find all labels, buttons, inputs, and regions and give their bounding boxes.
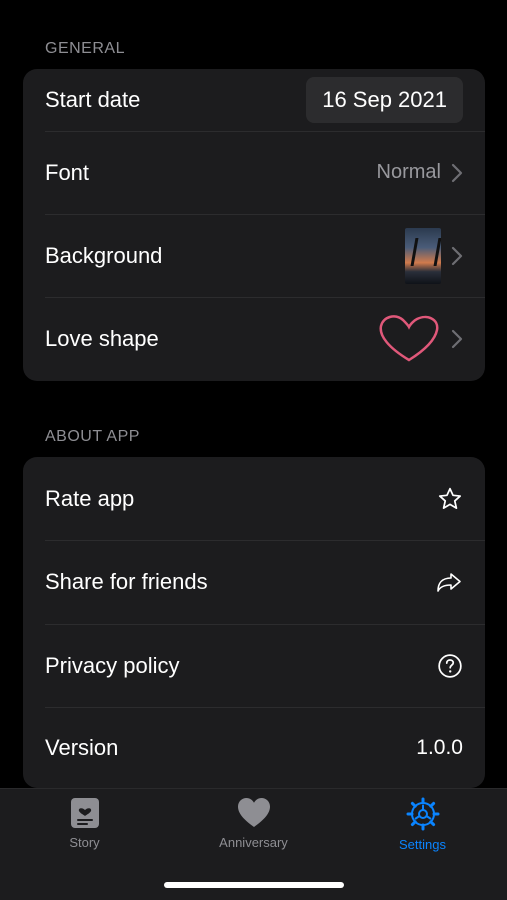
tab-settings-label: Settings [399,837,446,852]
privacy-policy-row[interactable]: Privacy policy [23,624,485,707]
chevron-right-icon [451,329,463,349]
love-shape-row[interactable]: Love shape [23,297,485,381]
story-card-icon [70,798,99,828]
heart-outline-icon [379,315,439,362]
about-app-card: Rate app Share for friends Privacy polic… [23,457,485,788]
font-row[interactable]: Font Normal [23,131,485,214]
section-header-about: ABOUT APP [45,428,140,445]
font-label: Font [45,159,90,185]
gear-icon [406,797,439,831]
background-label: Background [45,242,163,268]
version-label: Version [45,734,119,760]
star-icon [438,487,462,509]
rate-app-label: Rate app [45,485,135,511]
heart-icon [237,798,270,827]
general-settings-card: Start date 16 Sep 2021 Font Normal Backg… [23,69,485,381]
background-thumbnail [405,227,441,284]
share-label: Share for friends [45,569,208,594]
tab-settings[interactable]: Settings [338,797,507,852]
start-date-row[interactable]: Start date 16 Sep 2021 [23,69,485,131]
share-arrow-icon [437,573,461,592]
section-header-general: GENERAL [45,40,125,57]
start-date-label: Start date [45,87,141,112]
tab-story[interactable]: Story [0,797,169,850]
tab-anniversary-label: Anniversary [219,835,288,850]
background-row[interactable]: Background [23,214,485,297]
version-row: Version 1.0.0 [23,707,485,788]
start-date-picker[interactable]: 16 Sep 2021 [306,77,463,123]
privacy-policy-label: Privacy policy [45,652,180,678]
share-row[interactable]: Share for friends [23,540,485,624]
question-circle-icon [438,653,462,678]
chevron-right-icon [451,246,463,265]
version-value: 1.0.0 [416,735,463,759]
rate-app-row[interactable]: Rate app [23,457,485,540]
tab-anniversary[interactable]: Anniversary [169,797,338,850]
chevron-right-icon [451,163,463,182]
tab-story-label: Story [69,835,100,850]
font-value: Normal [376,161,441,183]
love-shape-label: Love shape [45,326,159,351]
home-indicator [164,882,344,888]
